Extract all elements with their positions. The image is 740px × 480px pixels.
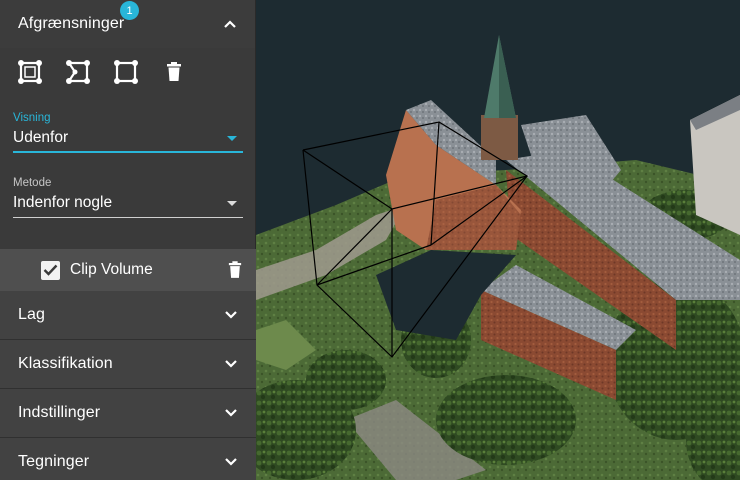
visning-field[interactable]: Visning Udenfor [0, 112, 255, 153]
section-title: Klassifikation [18, 355, 113, 372]
clip-volume-row: Clip Volume [0, 249, 256, 291]
metode-field[interactable]: Metode Indenfor nogle [0, 177, 255, 218]
chevron-down-icon[interactable] [224, 357, 238, 371]
clip-box-outline-icon[interactable] [112, 58, 140, 86]
visning-value: Udenfor [13, 129, 69, 146]
metode-label: Metode [13, 177, 52, 189]
section-header-indstillinger[interactable]: Indstillinger [0, 389, 256, 438]
trash-icon[interactable] [228, 261, 242, 284]
dropdown-arrow-icon [227, 136, 237, 141]
chevron-up-icon[interactable] [223, 17, 237, 31]
section-header-lag[interactable]: Lag [0, 291, 256, 340]
metode-value: Indenfor nogle [13, 194, 113, 211]
3d-viewport[interactable] [256, 0, 740, 480]
visning-label: Visning [13, 112, 51, 124]
clip-volume-label: Clip Volume [70, 261, 153, 278]
clip-volume-checkbox[interactable] [41, 260, 60, 280]
visning-select[interactable]: Udenfor [13, 127, 243, 153]
chevron-down-icon[interactable] [224, 308, 238, 322]
dropdown-arrow-icon [227, 201, 237, 206]
metode-select[interactable]: Indenfor nogle [13, 192, 243, 218]
chevron-down-icon[interactable] [224, 406, 238, 420]
section-header-tegninger[interactable]: Tegninger [0, 438, 256, 480]
clip-toolbar [0, 48, 255, 96]
section-title: Indstillinger [18, 404, 101, 421]
clip-polygon-icon[interactable] [64, 58, 92, 86]
section-title: Tegninger [18, 453, 90, 470]
side-panel: Afgrænsninger 1 Visning Udenfor Metode I… [0, 0, 256, 480]
section-title-boundaries: Afgrænsninger [18, 15, 125, 32]
point-cloud-scene [256, 0, 740, 480]
section-title: Lag [18, 306, 45, 323]
count-badge: 1 [120, 1, 139, 20]
section-header-klassifikation[interactable]: Klassifikation [0, 340, 256, 389]
chevron-down-icon[interactable] [224, 455, 238, 469]
trash-icon[interactable] [160, 58, 188, 86]
clip-box-icon[interactable] [16, 58, 44, 86]
section-header-boundaries[interactable]: Afgrænsninger 1 [0, 0, 255, 48]
section-list: Lag Klassifikation Indstillinger Tegning… [0, 291, 256, 480]
